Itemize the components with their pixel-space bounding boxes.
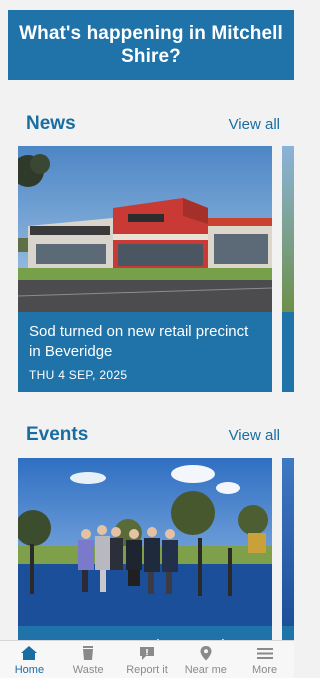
tab-report-it[interactable]: Report it: [118, 645, 176, 676]
news-view-all-link[interactable]: View all: [229, 116, 280, 133]
seniors-group-photo: [18, 458, 272, 626]
tab-more-label: More: [252, 664, 278, 676]
menu-icon: [256, 648, 273, 659]
retail-building-illustration: [18, 146, 272, 312]
map-pin-icon: [200, 646, 212, 661]
tab-more[interactable]: More: [236, 645, 294, 676]
speech-bubble-icon: [139, 647, 154, 660]
tab-report-it-label: Report it: [126, 664, 168, 676]
news-card[interactable]: Sod turned on new retail precinct in Bev…: [18, 146, 272, 392]
events-section-header: Events View all: [26, 424, 280, 446]
hero-title: What's happening in Mitchell Shire?: [19, 23, 283, 67]
tab-near-me[interactable]: Near me: [177, 645, 235, 676]
bin-icon: [83, 646, 94, 660]
app-screen: What's happening in Mitchell Shire? News…: [0, 0, 294, 678]
news-card-date: THU 4 SEP, 2025: [29, 368, 128, 382]
tab-home[interactable]: Home: [0, 645, 58, 676]
events-section-title: Events: [26, 424, 89, 445]
bottom-tab-bar: Home Waste Report it Near me More: [0, 640, 294, 678]
news-section-header: News View all: [26, 113, 280, 135]
news-card-image: [18, 146, 272, 312]
event-card-image: [18, 458, 272, 626]
tab-waste[interactable]: Waste: [59, 645, 117, 676]
tab-waste-label: Waste: [72, 664, 104, 676]
news-card-body: Sod turned on new retail precinct in Bev…: [18, 312, 272, 392]
events-view-all-link[interactable]: View all: [229, 427, 280, 444]
next-news-card-peek[interactable]: [282, 146, 294, 392]
news-card-title: Sod turned on new retail precinct in Bev…: [29, 323, 249, 360]
tab-home-label: Home: [14, 664, 45, 676]
news-section-title: News: [26, 113, 76, 134]
home-icon: [21, 646, 38, 660]
tab-near-me-label: Near me: [184, 664, 227, 676]
hero-banner: What's happening in Mitchell Shire?: [8, 10, 294, 80]
